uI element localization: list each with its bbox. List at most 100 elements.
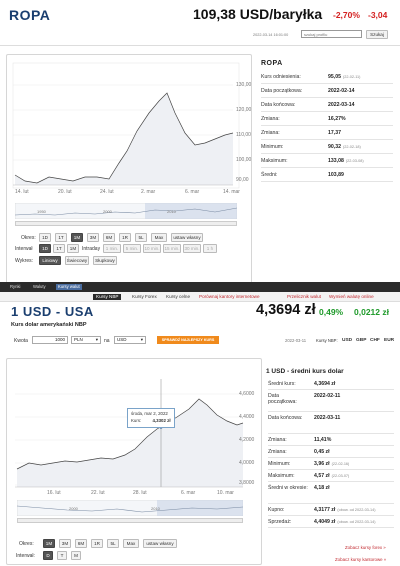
oil-period-6m[interactable]: 6M — [103, 233, 115, 242]
oil-intraday-label: Intraday — [82, 246, 101, 252]
oil-interval-1m[interactable]: 1M — [67, 244, 79, 253]
stats-value: 4,18 zł — [314, 485, 330, 491]
nav-rynki[interactable]: Rynki — [8, 284, 22, 290]
stats-value-text: 90,32 — [328, 144, 341, 150]
usd-chart[interactable] — [7, 359, 263, 566]
oil-intraday-5min[interactable]: 5 min. — [123, 244, 141, 253]
stats-date-note: (22-02-18) — [342, 145, 361, 149]
stats-key: Średni kurs: — [268, 381, 296, 387]
oil-interval-1d[interactable]: 1D — [39, 244, 51, 253]
quick-rate-gbp[interactable]: GBP — [356, 338, 366, 343]
stats-key: Sprzedaż: — [268, 519, 292, 525]
stats-row: Zmiana: 16,27% — [261, 112, 393, 126]
usd-navigator[interactable] — [17, 500, 243, 516]
kantor-link[interactable]: Zobacz kursy kantorowe » — [335, 557, 386, 562]
oil-scrollbar[interactable] — [15, 221, 237, 226]
stats-value-text: 2022-03-14 — [328, 102, 355, 108]
change-percent: -2,70% — [333, 10, 360, 20]
stats-value-text: 2022-03-11 — [314, 415, 341, 421]
subnav-porownaj-kantory[interactable]: Porównaj kantory internetowe — [199, 294, 260, 300]
oil-y-tick: 110,00 — [236, 132, 251, 138]
usd-nav-tick: 2000 — [69, 506, 78, 511]
oil-period-5l[interactable]: 5L — [135, 233, 147, 242]
oil-type-bar[interactable]: Słupkowy — [93, 256, 117, 265]
stats-value: 4,57 zł (22-03-07) — [314, 473, 349, 479]
oil-period-label: Okres: — [21, 235, 36, 241]
usd-interval-d[interactable]: D — [43, 551, 53, 560]
calc-to-value: USD — [117, 337, 127, 342]
stats-value: 2022-02-14 — [328, 88, 355, 94]
usd-period-1m[interactable]: 1M — [43, 539, 55, 548]
usd-period-custom[interactable]: ustaw własny — [143, 539, 177, 548]
usd-period-1r[interactable]: 1R — [91, 539, 103, 548]
stats-value: 3,96 zł (22-02-16) — [314, 461, 349, 467]
stats-value: 16,27% — [328, 116, 346, 122]
nav-waluty[interactable]: Waluty — [31, 284, 48, 290]
stats-value: 4,3177 zł (obow. od 2022-03-14) — [314, 507, 376, 513]
oil-period-1t[interactable]: 1T — [55, 233, 67, 242]
usd-scrollbar[interactable] — [17, 518, 243, 523]
subnav-wymien-walute[interactable]: Wymień walutę online — [329, 294, 374, 300]
usd-interval-t[interactable]: T — [57, 551, 67, 560]
oil-interval-1t[interactable]: 1T — [53, 244, 65, 253]
oil-period-1d[interactable]: 1D — [39, 233, 51, 242]
best-rate-button[interactable]: SPRAWDŹ NAJLEPSZY KURS — [157, 336, 219, 344]
usd-y-tick: 4,4000 — [239, 414, 255, 420]
oil-type-line[interactable]: Liniowy — [39, 256, 61, 265]
tooltip-label: Kurs: — [131, 418, 142, 423]
usd-x-tick: 16. lut — [47, 490, 61, 496]
subnav-kursy-nbp[interactable]: Kursy NBP — [93, 294, 122, 300]
calc-from-value: PLN — [74, 337, 83, 342]
stats-date-note: (22-03-08) — [345, 159, 364, 163]
usd-change-absolute: 0,0212 zł — [354, 307, 389, 317]
quick-rate-usd[interactable]: USD — [342, 338, 352, 343]
usd-period-5l[interactable]: 5L — [107, 539, 119, 548]
oil-period-3m[interactable]: 3M — [87, 233, 99, 242]
oil-type-candle[interactable]: Świecowy — [65, 256, 89, 265]
stats-row: Zmiana: 11,41% — [268, 434, 394, 446]
oil-period-1m[interactable]: 1M — [71, 233, 83, 242]
stats-key: Data końcowa: — [268, 415, 303, 421]
usd-period-6m[interactable]: 6M — [75, 539, 87, 548]
oil-intraday-1h[interactable]: 1 h — [203, 244, 217, 253]
stats-row: Minimum: 3,96 zł (22-02-16) — [268, 458, 394, 470]
stats-row: Data końcowa: 2022-03-11 — [268, 412, 394, 434]
oil-period-1r[interactable]: 1R — [119, 233, 131, 242]
quick-rate-eur[interactable]: EUR — [384, 338, 394, 343]
stats-value: 11,41% — [314, 437, 331, 443]
search-button[interactable]: Szukaj — [366, 30, 388, 39]
nav-kursy-walut[interactable]: Kursy walut — [56, 284, 82, 290]
usd-interval-m[interactable]: M — [71, 551, 81, 560]
usd-period-max[interactable]: Max — [123, 539, 139, 548]
stats-key: Data końcowa: — [261, 102, 296, 108]
oil-intraday-10min[interactable]: 10 min. — [143, 244, 161, 253]
oil-navigator[interactable] — [15, 203, 237, 219]
quick-rate-chf[interactable]: CHF — [370, 338, 380, 343]
oil-period-custom[interactable]: ustaw własny — [171, 233, 203, 242]
oil-chart-panel: 14. lut 20. lut 24. lut 2. mar 6. mar 14… — [6, 54, 252, 286]
calc-to-select[interactable]: USD ▾ — [114, 336, 146, 344]
usd-period-3m[interactable]: 3M — [59, 539, 71, 548]
stats-key: Maksimum: — [268, 473, 295, 479]
subnav-kursy-forex[interactable]: Kursy Forex — [132, 294, 157, 300]
stats-value-text: 4,4049 zł — [314, 519, 336, 525]
oil-intraday-15min[interactable]: 15 min. — [163, 244, 181, 253]
oil-stats-title: ROPA — [261, 60, 283, 67]
search-input[interactable] — [301, 30, 362, 38]
stats-date-note: (obow. od 2022-03-14) — [337, 508, 376, 512]
forex-link[interactable]: Zobacz kursy forex » — [345, 545, 386, 550]
usd-title: 1 USD - USA — [11, 304, 94, 319]
calc-from-select[interactable]: PLN ▾ — [71, 336, 101, 344]
stats-row: Średni kurs: 4,3694 zł — [268, 378, 394, 390]
usd-chart-panel: środa, mar 2, 2022 Kurs: 4,3302 zł 16. l… — [6, 358, 262, 565]
stats-value: 2022-02-11 — [314, 393, 340, 399]
oil-period-max[interactable]: Max — [151, 233, 167, 242]
timestamp: 2022-03-14 16:01:00 — [253, 33, 289, 37]
oil-intraday-1min[interactable]: 1 min. — [103, 244, 121, 253]
subnav-przelicznik[interactable]: Przelicznik walut — [287, 294, 321, 300]
stats-row: Zmiana: 0,45 zł — [268, 446, 394, 458]
stats-key: Minimum: — [268, 461, 291, 467]
calc-amount-input[interactable]: 1000 — [32, 336, 68, 344]
subnav-kursy-celne[interactable]: Kursy celne — [166, 294, 190, 300]
oil-intraday-30min[interactable]: 30 min. — [183, 244, 201, 253]
